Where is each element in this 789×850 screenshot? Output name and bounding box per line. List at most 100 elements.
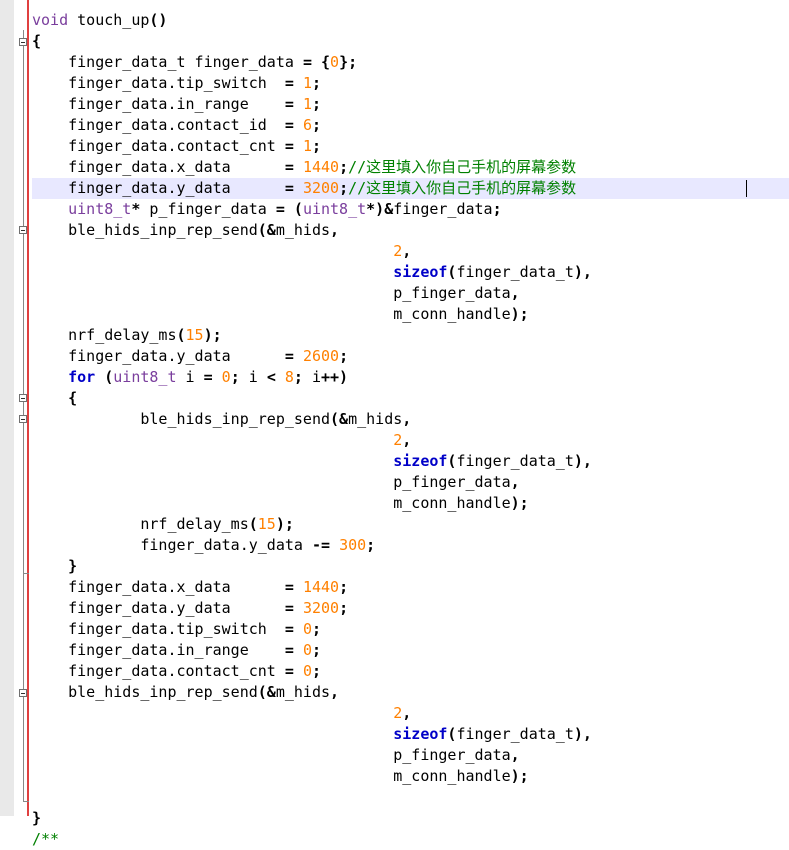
code-line[interactable]: 2, <box>32 430 411 451</box>
fold-minus-icon[interactable] <box>19 394 27 402</box>
code-token: ; <box>366 536 376 554</box>
code-token: 0 <box>221 368 231 386</box>
code-token: , <box>330 221 340 239</box>
code-line[interactable]: ble_hids_inp_rep_send(&m_hids, <box>32 409 411 430</box>
code-line[interactable]: p_finger_data, <box>32 283 519 304</box>
code-line[interactable]: { <box>32 31 41 52</box>
code-token: finger_data.tip_switch <box>32 74 285 92</box>
code-token: 6 <box>302 116 312 134</box>
code-line[interactable]: finger_data.y_data = 2600; <box>32 346 348 367</box>
code-line[interactable]: uint8_t* p_finger_data = (uint8_t*)&fing… <box>32 199 502 220</box>
code-token: = <box>275 200 285 218</box>
code-line[interactable]: finger_data.x_data = 1440; <box>32 577 348 598</box>
code-token: p_finger_data <box>140 200 276 218</box>
code-line[interactable]: finger_data.y_data -= 300; <box>32 535 375 556</box>
code-token: p_finger_data <box>32 473 511 491</box>
code-token: ); <box>510 494 529 512</box>
code-token: finger_data_t <box>456 452 574 470</box>
code-line[interactable]: 2, <box>32 241 411 262</box>
code-token: , <box>510 473 520 491</box>
code-token: ; <box>339 347 349 365</box>
code-token: nrf_delay_ms <box>32 515 249 533</box>
code-token: 2 <box>393 704 403 722</box>
fold-end-marker <box>23 801 29 802</box>
code-token: ); <box>510 305 529 323</box>
code-token: ( <box>248 515 258 533</box>
code-line[interactable]: } <box>32 556 77 577</box>
code-token: , <box>402 704 412 722</box>
code-token: ++) <box>321 368 349 386</box>
code-line[interactable]: nrf_delay_ms(15); <box>32 325 222 346</box>
code-line[interactable]: finger_data.contact_cnt = 0; <box>32 661 321 682</box>
code-token: finger_data.contact_cnt <box>32 137 285 155</box>
code-line[interactable]: sizeof(finger_data_t), <box>32 262 592 283</box>
code-line[interactable]: finger_data.x_data = 1440;//这里填入你自己手机的屏幕… <box>32 157 576 178</box>
code-token: m_conn_handle <box>32 767 511 785</box>
code-line[interactable]: void touch_up() <box>32 10 167 31</box>
code-line[interactable]: m_conn_handle); <box>32 304 529 325</box>
code-line[interactable]: finger_data.contact_cnt = 1; <box>32 136 321 157</box>
code-line[interactable]: p_finger_data, <box>32 745 520 766</box>
fold-end-marker <box>23 573 29 574</box>
code-token: sizeof <box>393 452 448 470</box>
code-token: i <box>302 368 321 386</box>
code-line[interactable]: { <box>32 388 77 409</box>
code-line[interactable]: m_conn_handle); <box>32 493 529 514</box>
code-token: 2600 <box>302 347 340 365</box>
code-line[interactable]: for (uint8_t i = 0; i < 8; i++) <box>32 367 348 388</box>
code-token: ; <box>339 179 349 197</box>
code-token: ); <box>275 515 294 533</box>
code-line[interactable]: finger_data.tip_switch = 1; <box>32 73 321 94</box>
code-token: (& <box>330 410 349 428</box>
fold-minus-icon[interactable] <box>19 38 27 46</box>
code-token: ; <box>230 368 240 386</box>
code-token: = <box>284 578 294 596</box>
code-token: finger_data.y_data <box>32 179 285 197</box>
code-line[interactable]: nrf_delay_ms(15); <box>32 514 294 535</box>
code-line[interactable]: /** <box>32 829 59 850</box>
code-line[interactable]: finger_data.in_range = 0; <box>32 640 321 661</box>
code-token: = <box>284 158 294 176</box>
code-token: 3200 <box>302 599 340 617</box>
code-line[interactable]: ble_hids_inp_rep_send(&m_hids, <box>32 220 339 241</box>
code-line[interactable]: finger_data.y_data = 3200; <box>32 598 348 619</box>
code-token: }; <box>339 53 358 71</box>
code-token: < <box>266 368 276 386</box>
code-line[interactable]: finger_data.contact_id = 6; <box>32 115 321 136</box>
code-token: { <box>32 389 78 407</box>
code-token: 8 <box>284 368 294 386</box>
code-line[interactable]: } <box>32 808 41 829</box>
code-line[interactable]: sizeof(finger_data_t), <box>32 724 592 745</box>
code-line[interactable]: sizeof(finger_data_t), <box>32 451 592 472</box>
code-token: ; <box>311 137 321 155</box>
code-token: = <box>284 641 294 659</box>
code-line[interactable]: finger_data.in_range = 1; <box>32 94 321 115</box>
code-line[interactable]: ble_hids_inp_rep_send(&m_hids, <box>32 682 339 703</box>
code-line[interactable]: p_finger_data, <box>32 472 520 493</box>
code-token: ; <box>339 578 349 596</box>
code-token: sizeof <box>393 725 448 743</box>
fold-minus-icon[interactable] <box>19 415 27 423</box>
code-line[interactable]: finger_data.tip_switch = 0; <box>32 619 321 640</box>
code-line[interactable]: 2, <box>32 703 411 724</box>
code-line[interactable]: finger_data.y_data = 3200;//这里填入你自己手机的屏幕… <box>32 178 576 199</box>
code-token: = <box>302 53 312 71</box>
code-line[interactable]: m_conn_handle); <box>32 766 528 787</box>
code-line[interactable]: finger_data_t finger_data = {0}; <box>32 52 357 73</box>
fold-minus-icon[interactable] <box>19 689 27 697</box>
code-token: ; <box>339 599 349 617</box>
line-gutter[interactable] <box>0 0 14 816</box>
fold-minus-icon[interactable] <box>19 226 27 234</box>
code-token: = <box>284 137 294 155</box>
code-token: void <box>32 11 69 29</box>
code-token: , <box>510 746 520 764</box>
